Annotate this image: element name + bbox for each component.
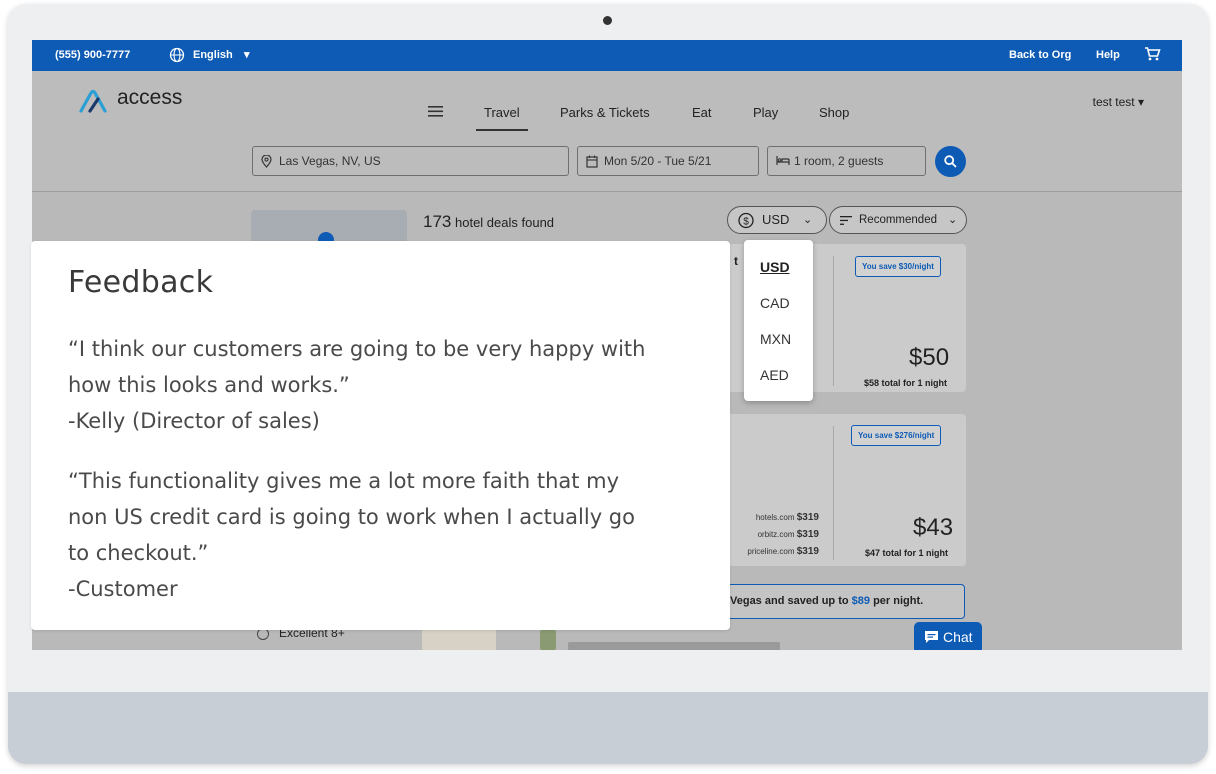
language-selector[interactable]: English	[193, 49, 233, 61]
divider	[833, 426, 834, 560]
nightly-price: $50	[909, 344, 950, 371]
access-logo-icon[interactable]	[78, 87, 112, 115]
sort-value: Recommended	[859, 214, 937, 226]
chevron-down-icon: ⌄	[948, 214, 958, 226]
header-nav: access Travel Parks & Tickets Eat Play S…	[32, 71, 1182, 192]
svg-text:$: $	[743, 217, 749, 228]
guests-input[interactable]: 1 room, 2 guests	[767, 146, 926, 176]
partner-amount: $319	[796, 512, 819, 523]
savings-badge: You save $30/night	[855, 256, 941, 277]
nav-eat[interactable]: Eat	[692, 105, 712, 120]
guests-value: 1 room, 2 guests	[794, 154, 884, 168]
banner-amount: $89	[851, 595, 871, 607]
feedback-quote-line: non US credit card is going to work when…	[68, 505, 635, 529]
nav-travel[interactable]: Travel	[484, 105, 520, 120]
brand-name: access	[117, 86, 183, 109]
partner-amount: $319	[796, 529, 819, 540]
top-bar: (555) 900-7777 English ▾ Back to Org Hel…	[32, 40, 1182, 71]
help-link[interactable]: Help	[1096, 49, 1120, 61]
total-price: $58 total for 1 night	[864, 378, 948, 388]
nav-shop[interactable]: Shop	[819, 105, 849, 120]
results-count-number: 173	[423, 212, 452, 231]
bed-icon	[776, 156, 790, 165]
user-menu[interactable]: test test ▾	[1093, 95, 1144, 109]
results-count: 173 hotel deals found	[423, 212, 554, 232]
chat-icon	[925, 631, 938, 643]
globe-icon	[169, 47, 185, 63]
currency-exchange-icon: $	[738, 212, 754, 229]
active-tab-indicator	[476, 129, 528, 131]
nav-parks-tickets[interactable]: Parks & Tickets	[560, 105, 650, 120]
location-value: Las Vegas, NV, US	[279, 154, 381, 168]
date-value: Mon 5/20 - Tue 5/21	[604, 154, 712, 168]
calendar-icon	[586, 155, 598, 168]
location-input[interactable]: Las Vegas, NV, US	[252, 146, 569, 176]
partner-price: orbitz.com $319	[729, 529, 819, 540]
currency-option-cad[interactable]: CAD	[760, 295, 790, 311]
chat-button[interactable]: Chat	[914, 622, 982, 650]
banner-text: Vegas and saved up to	[730, 595, 852, 607]
currency-option-aed[interactable]: AED	[760, 367, 789, 383]
chat-label: Chat	[943, 629, 973, 645]
partner-price: priceline.com $319	[729, 546, 819, 557]
banner-text-end: per night.	[870, 595, 924, 607]
feedback-quote-author: -Kelly (Director of sales)	[68, 409, 320, 433]
currency-option-mxn[interactable]: MXN	[760, 331, 791, 347]
chevron-down-icon: ⌄	[803, 214, 813, 226]
chevron-down-icon[interactable]: ▾	[244, 48, 250, 61]
phone-number[interactable]: (555) 900-7777	[55, 49, 130, 61]
card-partial-text: t	[734, 254, 738, 268]
currency-option-usd[interactable]: USD	[760, 259, 790, 275]
partner-site: orbitz.com	[757, 530, 795, 539]
feedback-quote-line: “I think our customers are going to be v…	[68, 337, 646, 361]
cart-icon[interactable]	[1144, 46, 1161, 62]
nav-play[interactable]: Play	[753, 105, 778, 120]
hotel-logo-icon	[540, 630, 556, 650]
results-count-label: hotel deals found	[455, 215, 555, 230]
sort-selector[interactable]: Recommended ⌄	[829, 206, 967, 234]
divider	[833, 256, 834, 386]
partner-site: priceline.com	[747, 547, 795, 556]
hotel-name-cutoff	[568, 642, 780, 650]
map-pin-icon	[261, 155, 272, 168]
camera-dot	[603, 16, 612, 25]
feedback-quote-line: “This functionality gives me a lot more …	[68, 469, 620, 493]
partner-site: hotels.com	[755, 513, 795, 522]
partner-price: hotels.com $319	[729, 512, 819, 523]
savings-badge: You save $276/night	[851, 425, 942, 446]
hotel-card[interactable]: You save $276/night hotels.com $319 orbi…	[723, 414, 966, 566]
feedback-title: Feedback	[68, 265, 214, 300]
currency-value: USD	[762, 212, 790, 227]
total-price: $47 total for 1 night	[865, 548, 949, 558]
feedback-card: Feedback “I think our customers are goin…	[31, 241, 730, 630]
feedback-quote-line: to checkout.”	[68, 541, 209, 565]
back-to-org-link[interactable]: Back to Org	[1009, 49, 1071, 61]
currency-selector[interactable]: $ USD ⌄	[727, 206, 827, 234]
savings-banner: Vegas and saved up to $89 per night.	[723, 584, 965, 619]
partner-amount: $319	[796, 546, 819, 557]
date-input[interactable]: Mon 5/20 - Tue 5/21	[577, 146, 759, 176]
nightly-price: $43	[913, 514, 954, 541]
search-icon	[944, 155, 957, 168]
feedback-quote-author: -Customer	[68, 577, 178, 601]
feedback-quote-line: how this looks and works.”	[68, 373, 350, 397]
sort-icon	[840, 216, 852, 225]
search-button[interactable]	[935, 146, 966, 177]
currency-dropdown: USD CAD MXN AED	[744, 240, 813, 401]
monitor-chin	[8, 692, 1208, 764]
menu-icon[interactable]	[428, 105, 444, 118]
user-name: test test	[1092, 95, 1135, 109]
